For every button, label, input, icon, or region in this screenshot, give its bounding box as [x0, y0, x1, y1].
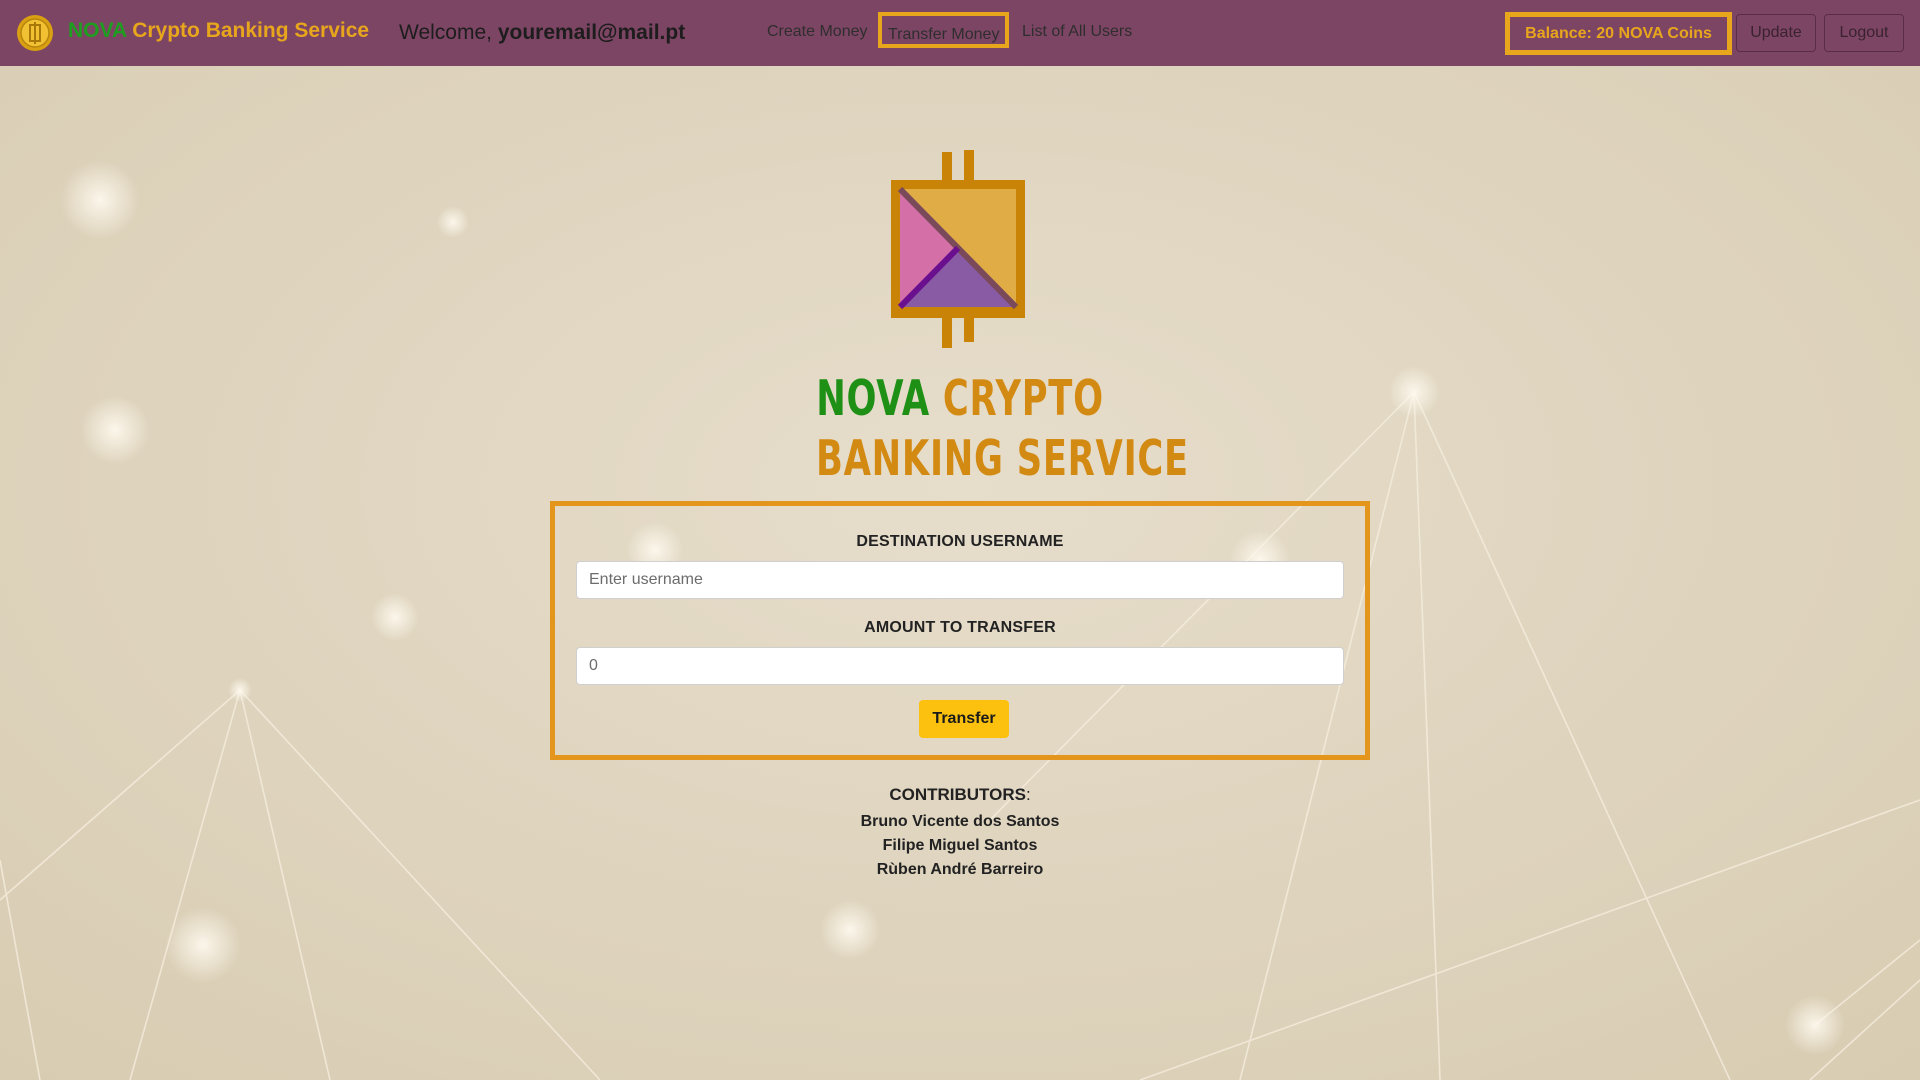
- contributors-section: CONTRIBUTORS: Bruno Vicente dos Santos F…: [760, 785, 1160, 882]
- contributors-heading-text: CONTRIBUTORS: [889, 785, 1026, 804]
- username-label: DESTINATION USERNAME: [856, 533, 1064, 550]
- logout-button[interactable]: Logout: [1824, 14, 1904, 52]
- update-button[interactable]: Update: [1736, 14, 1816, 52]
- username-input[interactable]: [576, 561, 1344, 599]
- contributor-name: Filipe Miguel Santos: [882, 837, 1038, 854]
- welcome-prefix: Welcome,: [399, 21, 492, 44]
- main-content: NOVA CRYPTO BANKING SERVICE DESTINATION …: [0, 0, 1920, 1080]
- hero-title-nova: NOVA: [816, 370, 930, 427]
- welcome-message: Welcome, youremail@mail.pt: [399, 21, 685, 45]
- nav-transfer-money[interactable]: Transfer Money: [878, 12, 1010, 48]
- top-navbar: NOVA Crypto Banking Service Welcome, you…: [0, 0, 1920, 66]
- nav-list-users[interactable]: List of All Users: [1022, 23, 1132, 41]
- transfer-form: DESTINATION USERNAME AMOUNT TO TRANSFER …: [550, 501, 1370, 760]
- contributors-heading: CONTRIBUTORS:: [760, 785, 1160, 805]
- brand-rest: Crypto Banking Service: [132, 19, 370, 42]
- brand-title[interactable]: NOVA Crypto Banking Service: [68, 19, 369, 43]
- contributor-name: Bruno Vicente dos Santos: [860, 813, 1060, 830]
- amount-input[interactable]: [576, 647, 1344, 685]
- nova-logo-icon: [891, 150, 1025, 348]
- contributor-name: Rùben André Barreiro: [876, 861, 1044, 878]
- balance-badge: Balance: 20 NOVA Coins: [1505, 12, 1732, 55]
- nav-create-money[interactable]: Create Money: [767, 23, 868, 41]
- brand-nova: NOVA: [68, 19, 127, 42]
- hero-title-crypto: CRYPTO: [942, 370, 1104, 427]
- transfer-button[interactable]: Transfer: [919, 700, 1009, 738]
- contributors-colon: :: [1025, 785, 1031, 804]
- hero-title-line2: BANKING SERVICE: [816, 430, 1189, 487]
- coin-icon[interactable]: [16, 14, 54, 52]
- amount-label: AMOUNT TO TRANSFER: [864, 619, 1056, 636]
- user-email: youremail@mail.pt: [497, 21, 686, 44]
- hero-title-line1: NOVA CRYPTO: [816, 370, 1104, 427]
